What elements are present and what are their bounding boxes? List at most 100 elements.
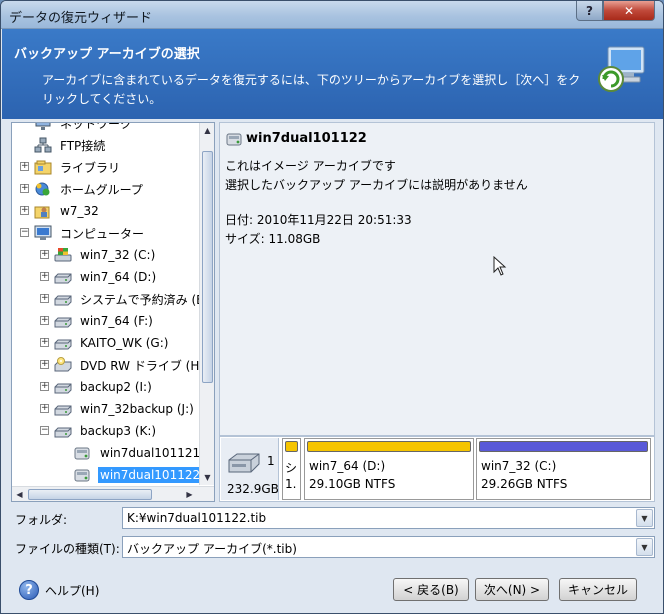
partition-win7-64-d[interactable]: win7_64 (D:) 29.10GB NTFS (304, 438, 474, 500)
tree-item[interactable]: + DVD RW ドライブ (H (12, 354, 201, 376)
restore-wizard-window: データの復元ウィザード ? ✕ バックアップ アーカイブの選択 アーカイブに含ま… (0, 0, 664, 614)
help-label[interactable]: ヘルプ(H) (45, 582, 99, 599)
tree-item-label: w7_32 (60, 204, 99, 218)
tree-item[interactable]: + ライブラリ (12, 156, 122, 178)
page-title: バックアップ アーカイブの選択 (14, 47, 200, 62)
tree-horizontal-scroll-thumb[interactable] (28, 489, 152, 500)
file-type-label: ファイルの種類(T): (15, 542, 120, 556)
partition-label: win7_32 (C:) (481, 459, 557, 473)
chevron-down-icon[interactable]: ▼ (636, 509, 653, 527)
partition-bar (285, 441, 298, 452)
homegroup-icon (34, 181, 52, 197)
user-folder-icon (34, 203, 52, 219)
hard-disk-icon (228, 453, 260, 473)
library-icon (34, 159, 52, 175)
tree-vertical-scroll-thumb[interactable] (202, 151, 213, 383)
tree-item-label: backup3 (K:) (80, 424, 157, 438)
expand-icon[interactable]: + (40, 294, 49, 303)
title-bar[interactable]: データの復元ウィザード ? ✕ (1, 1, 663, 29)
title-help-button[interactable]: ? (576, 1, 603, 21)
tree-item-label: ライブラリ (60, 160, 121, 175)
partition-label: win7_64 (D:) (309, 459, 386, 473)
partition-bar (307, 441, 471, 452)
archive-info-panel: win7dual101122 これはイメージ アーカイブです 選択したバックアッ… (219, 122, 655, 436)
expand-icon[interactable]: + (40, 404, 49, 413)
archive-description-text: 選択したバックアップ アーカイブには説明がありません (225, 178, 528, 192)
tree-item[interactable]: + w7_32 (12, 200, 101, 222)
back-button[interactable]: < 戻る(B) (393, 578, 469, 601)
scroll-up-icon[interactable]: ▲ (200, 123, 214, 138)
tree-item-label: win7dual101121 (100, 446, 201, 460)
tree-item[interactable]: + win7_32backup (J:) (12, 398, 196, 420)
tree-item[interactable]: ネットワーク (12, 123, 134, 134)
archive-icon (226, 133, 242, 146)
tree-item[interactable]: FTP接続 (12, 134, 107, 156)
window-title: データの復元ウィザード (9, 11, 153, 26)
tree-item-label: backup2 (I:) (80, 380, 152, 394)
tree-item[interactable]: − backup3 (K:) (12, 420, 158, 442)
tree-item[interactable]: + ホームグループ (12, 178, 145, 200)
expand-icon[interactable]: + (40, 382, 49, 391)
tree-item[interactable]: + システムで予約済み (E (12, 288, 206, 310)
folder-value: K:¥win7dual101122.tib (127, 511, 267, 525)
archive-icon (74, 445, 92, 461)
restore-wizard-icon (598, 46, 645, 92)
folder-combo[interactable]: K:¥win7dual101122.tib ▼ (122, 507, 655, 529)
close-button[interactable]: ✕ (603, 1, 655, 21)
tree-item-label: KAITO_WK (G:) (80, 336, 169, 350)
file-type-value: バックアップ アーカイブ(*.tib) (127, 542, 297, 556)
file-type-combo[interactable]: バックアップ アーカイブ(*.tib) ▼ (122, 536, 655, 558)
scroll-right-icon[interactable]: ▶ (182, 487, 197, 501)
expand-icon[interactable]: + (40, 338, 49, 347)
tree-item[interactable]: win7dual101122 (12, 464, 203, 486)
tree-vertical-scrollbar[interactable]: ▲ ▼ (199, 123, 214, 485)
tree-item[interactable]: + win7_64 (D:) (12, 266, 158, 288)
disk-size: 232.9GB (227, 482, 279, 496)
tree-horizontal-scrollbar[interactable]: ◀ ▶ (12, 486, 214, 501)
chevron-down-icon[interactable]: ▼ (636, 538, 653, 556)
disk-number: 1 (267, 454, 275, 468)
help-icon[interactable]: ? (19, 580, 39, 600)
tree-item[interactable]: + win7_32 (C:) (12, 244, 157, 266)
expand-icon[interactable]: + (40, 272, 49, 281)
collapse-icon[interactable]: − (20, 228, 29, 237)
tree-item[interactable]: + backup2 (I:) (12, 376, 154, 398)
network-icon (34, 123, 52, 131)
expand-icon[interactable]: + (40, 316, 49, 325)
scroll-down-icon[interactable]: ▼ (200, 470, 214, 485)
tree-item-label: システムで予約済み (E (80, 292, 204, 307)
system-drive-icon (54, 247, 72, 263)
disk-layout-panel: 1 232.9GB シ 1. win7_64 (D:) 29.10GB NTFS… (219, 436, 655, 502)
partition-system-reserved[interactable]: シ 1. (282, 438, 301, 500)
partition-bar (479, 441, 648, 452)
archive-tree[interactable]: ネットワーク FTP接続 + ライブラリ + ホームグループ + w7_32 − コンピューター +… (11, 122, 215, 502)
dvd-drive-icon (54, 357, 72, 373)
wizard-header: バックアップ アーカイブの選択 アーカイブに含まれているデータを復元するには、下… (2, 29, 663, 119)
tree-item[interactable]: + win7_64 (F:) (12, 310, 155, 332)
expand-icon[interactable]: + (40, 360, 49, 369)
tree-item[interactable]: + KAITO_WK (G:) (12, 332, 170, 354)
help-link[interactable]: ? ヘルプ(H) (19, 580, 99, 600)
archive-name: win7dual101122 (246, 131, 367, 146)
ftp-icon (34, 137, 52, 153)
partition-win7-32-c[interactable]: win7_32 (C:) 29.26GB NTFS (476, 438, 651, 500)
drive-icon (54, 401, 72, 417)
cancel-button[interactable]: キャンセル (559, 578, 637, 601)
expand-icon[interactable]: + (20, 184, 29, 193)
expand-icon[interactable]: + (40, 250, 49, 259)
tree-item-label: win7_32 (C:) (80, 248, 156, 262)
expand-icon[interactable]: + (20, 162, 29, 171)
archive-date: 日付: 2010年11月22日 20:51:33 (225, 213, 412, 227)
next-button[interactable]: 次へ(N) > (475, 578, 549, 601)
scroll-left-icon[interactable]: ◀ (12, 487, 27, 501)
tree-item[interactable]: win7dual101121 (12, 442, 202, 464)
tree-item[interactable]: − コンピューター (12, 222, 146, 244)
page-description: アーカイブに含まれているデータを復元するには、下のツリーからアーカイブを選択し［… (42, 73, 581, 106)
collapse-icon[interactable]: − (40, 426, 49, 435)
tree-item-label: コンピューター (60, 226, 145, 241)
tree-item-label: FTP接続 (60, 138, 106, 153)
drive-icon (54, 423, 72, 439)
expand-icon[interactable]: + (20, 206, 29, 215)
tree-item-label: win7dual101122 (98, 467, 203, 483)
partition-size: 29.26GB NTFS (481, 477, 568, 491)
